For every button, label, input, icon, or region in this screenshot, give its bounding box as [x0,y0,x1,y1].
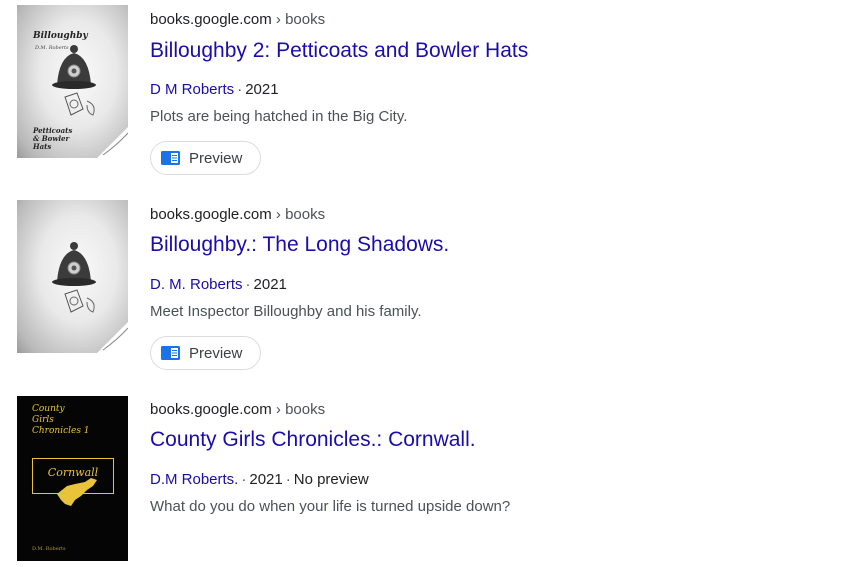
url-domain: books.google.com [150,206,272,223]
result-meta: D.M Roberts. · 2021 · No preview [150,471,369,488]
search-result: Billoughby D.M. Roberts Petticoats & Bow… [0,0,856,190]
result-title-link[interactable]: Billoughby.: The Long Shadows. [150,233,449,257]
preview-button[interactable]: Preview [150,141,261,175]
meta-separator: · [237,81,243,98]
result-snippet: Meet Inspector Billoughby and his family… [150,303,422,320]
cornwall-map-illustration [57,478,97,506]
book-preview-icon [161,346,180,360]
preview-label: Preview [189,344,243,362]
book-preview-icon [161,151,180,165]
author-link[interactable]: D M Roberts [150,81,234,98]
preview-button[interactable]: Preview [150,336,261,370]
result-url[interactable]: books.google.com › books [150,206,325,223]
publish-year: 2021 [253,276,287,293]
result-url[interactable]: books.google.com › books [150,11,325,28]
url-domain: books.google.com [150,401,272,418]
result-snippet: What do you do when your life is turned … [150,498,511,515]
url-breadcrumb: › books [275,206,326,223]
publish-year: 2021 [249,471,283,488]
book-cover-image[interactable] [17,200,128,353]
book-cover-image[interactable]: County Girls Chronicles 1 Cornwall D.M. … [17,396,128,561]
cover-subtitle: Petticoats & Bowler Hats [33,127,93,151]
result-snippet: Plots are being hatched in the Big City. [150,108,408,125]
cover-subtitle-line: Hats [33,142,52,151]
result-title-link[interactable]: Billoughby 2: Petticoats and Bowler Hats [150,39,528,63]
result-url[interactable]: books.google.com › books [150,401,325,418]
cover-author: D.M. Roberts [32,546,66,552]
url-breadcrumb: › books [275,11,326,28]
search-result: books.google.com › books Billoughby.: Th… [0,195,856,385]
result-meta: D M Roberts · 2021 [150,81,279,98]
result-title-link[interactable]: County Girls Chronicles.: Cornwall. [150,428,476,452]
author-link[interactable]: D. M. Roberts [150,276,243,293]
police-helmet-illustration [52,242,128,353]
meta-separator: · [285,471,291,488]
url-breadcrumb: › books [275,401,326,418]
book-cover-image[interactable]: Billoughby D.M. Roberts Petticoats & Bow… [17,5,128,158]
search-result: County Girls Chronicles 1 Cornwall D.M. … [0,390,856,567]
meta-separator: · [241,471,247,488]
result-meta: D. M. Roberts · 2021 [150,276,287,293]
author-link[interactable]: D.M Roberts. [150,471,238,488]
meta-separator: · [245,276,251,293]
publish-year: 2021 [245,81,279,98]
url-domain: books.google.com [150,11,272,28]
availability-status: No preview [293,471,369,488]
preview-label: Preview [189,149,243,167]
